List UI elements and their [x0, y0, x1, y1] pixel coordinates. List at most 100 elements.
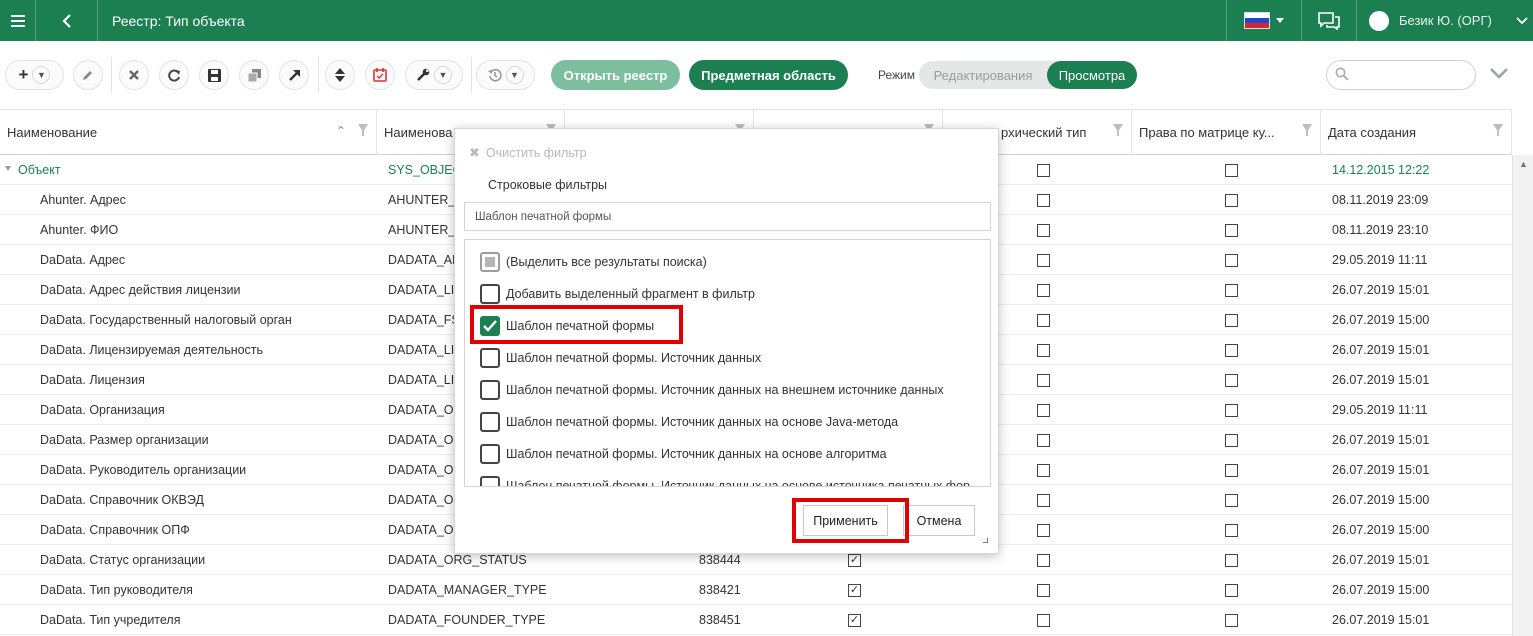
checkbox[interactable]	[480, 284, 500, 304]
checkbox[interactable]	[480, 476, 500, 486]
add-button[interactable]: + ▼	[5, 60, 64, 90]
tree-expand-icon[interactable]	[5, 166, 11, 171]
table-row[interactable]: DaData. Тип учредителя DADATA_FOUNDER_TYP…	[0, 605, 1512, 635]
refresh-icon	[167, 69, 180, 81]
open-registry-button[interactable]: Открыть реестр	[551, 60, 680, 90]
checkbox	[1037, 313, 1050, 327]
column-filter-popup: ✖ Очистить фильтр Строковые фильтры Шабл…	[454, 128, 999, 554]
messages-button[interactable]	[1302, 0, 1357, 41]
open-external-button[interactable]	[279, 60, 309, 90]
user-name: Безик Ю. (ОРГ)	[1399, 13, 1492, 28]
cell-created-date: 26.07.2019 15:01	[1332, 373, 1430, 387]
mode-label: Режим	[878, 68, 915, 82]
checkbox	[1225, 553, 1238, 567]
filter-option[interactable]: Шаблон печатной формы. Источник данных н…	[480, 411, 898, 433]
checkbox[interactable]	[480, 348, 500, 368]
column-header-name[interactable]: Наименование ⌃	[0, 110, 377, 155]
tools-button[interactable]: ▼	[405, 60, 463, 90]
chat-icon	[1318, 11, 1340, 30]
checkbox-cell	[1225, 485, 1239, 515]
hamburger-menu-button[interactable]	[0, 0, 36, 41]
chevron-down-icon[interactable]: ▼	[32, 66, 51, 84]
filter-option-label: Шаблон печатной формы. Источник данных н…	[506, 447, 887, 461]
calendar-icon	[373, 68, 387, 82]
checkbox	[1225, 313, 1238, 327]
checkbox-cell	[1225, 275, 1239, 305]
mode-switch[interactable]: Редактирования Просмотра	[919, 61, 1137, 89]
filter-option[interactable]: Шаблон печатной формы. Источник данных	[480, 347, 761, 369]
cell-created-date: 26.07.2019 15:00	[1332, 313, 1430, 327]
filter-icon[interactable]	[358, 124, 368, 136]
filter-icon[interactable]	[1493, 124, 1503, 136]
filter-icon[interactable]	[1113, 124, 1123, 136]
back-button[interactable]	[36, 0, 98, 41]
column-header-created-date[interactable]: Дата создания	[1321, 110, 1512, 155]
filter-option[interactable]: Шаблон печатной формы. Источник данных н…	[480, 443, 887, 465]
scroll-up-icon[interactable]: ▲	[1519, 159, 1528, 169]
cancel-button[interactable]: Отмена	[903, 505, 975, 536]
wrench-icon	[417, 68, 430, 81]
column-title: Права по матрице ку...	[1139, 125, 1275, 140]
mode-option-view[interactable]: Просмотра	[1047, 61, 1137, 89]
filter-values-list[interactable]: (Выделить все результаты поиска) Добавить…	[464, 239, 991, 487]
subject-area-button[interactable]: Предметная область	[689, 60, 848, 90]
history-button[interactable]: ▼	[476, 60, 535, 90]
vertical-scrollbar[interactable]: ▲	[1512, 155, 1533, 636]
chevron-down-icon	[1516, 16, 1528, 24]
chevron-down-icon[interactable]: ▼	[505, 66, 524, 84]
table-row[interactable]: DaData. Тип руководителя DADATA_MANAGER_T…	[0, 575, 1512, 605]
checkbox-cell: ✓	[848, 605, 862, 635]
checkbox-cell	[1225, 215, 1239, 245]
refresh-button[interactable]	[159, 60, 189, 90]
resize-handle[interactable]	[983, 538, 988, 543]
string-filters-label[interactable]: Строковые фильтры	[488, 178, 607, 192]
checkbox[interactable]	[480, 252, 500, 272]
filter-option[interactable]: Шаблон печатной формы. Источник данных н…	[480, 379, 944, 401]
checkbox-cell: ✓	[848, 575, 862, 605]
checkbox	[1225, 253, 1238, 267]
filter-option-label: Добавить выделенный фрагмент в фильтр	[506, 287, 755, 301]
user-menu[interactable]: Безик Ю. (ОРГ)	[1357, 0, 1533, 41]
checkbox[interactable]	[480, 412, 500, 432]
chevron-down-icon	[1490, 68, 1508, 79]
delete-button[interactable]	[119, 60, 149, 90]
save-button[interactable]	[199, 60, 229, 90]
cell-name: DaData. Справочник ОКВЭД	[40, 493, 204, 507]
filter-option[interactable]: Шаблон печатной формы. Источник данных н…	[480, 475, 970, 486]
page-title: Реестр: Тип объекта	[112, 12, 245, 29]
cell-name: DaData. Лицензируемая деятельность	[40, 343, 264, 357]
checkbox[interactable]	[480, 444, 500, 464]
sort-asc-icon[interactable]: ⌃	[336, 124, 346, 138]
filter-option[interactable]: Добавить выделенный фрагмент в фильтр	[480, 283, 755, 305]
checkbox	[1225, 163, 1238, 177]
filter-text-input[interactable]: Шаблон печатной формы	[464, 202, 991, 231]
sort-button[interactable]	[325, 60, 355, 90]
clear-filter-button[interactable]: ✖ Очистить фильтр	[469, 145, 587, 161]
cell-name: DaData. Тип учредителя	[40, 613, 181, 627]
cell-created-date: 26.07.2019 15:01	[1332, 343, 1430, 357]
collapse-toolbar-button[interactable]	[1490, 66, 1508, 84]
cell-name: DaData. Тип руководителя	[40, 583, 193, 597]
cell-id: 838451	[699, 613, 741, 627]
filter-option-label: Шаблон печатной формы. Источник данных н…	[506, 383, 944, 397]
avatar	[1369, 10, 1389, 31]
copy-button[interactable]	[239, 60, 269, 90]
mode-option-edit[interactable]: Редактирования	[919, 61, 1047, 89]
column-header-matrix-rights[interactable]: Права по матрице ку...	[1132, 110, 1321, 155]
cell-created-date: 29.05.2019 11:11	[1332, 403, 1428, 417]
checkbox-cell	[1225, 305, 1239, 335]
language-selector[interactable]	[1226, 0, 1302, 41]
checkbox-cell	[1037, 515, 1051, 545]
filter-option[interactable]: (Выделить все результаты поиска)	[480, 251, 707, 273]
search-input[interactable]	[1326, 60, 1476, 90]
checkbox	[1225, 193, 1238, 207]
highlight-box	[792, 498, 909, 543]
calendar-button[interactable]	[365, 60, 395, 90]
checkbox-cell	[1225, 155, 1239, 185]
clear-filter-label: Очистить фильтр	[485, 146, 587, 160]
chevron-down-icon[interactable]: ▼	[434, 66, 452, 84]
checkbox[interactable]	[480, 380, 500, 400]
checkbox-cell	[1037, 425, 1051, 455]
filter-icon[interactable]	[1302, 124, 1312, 136]
edit-button[interactable]	[73, 60, 103, 90]
